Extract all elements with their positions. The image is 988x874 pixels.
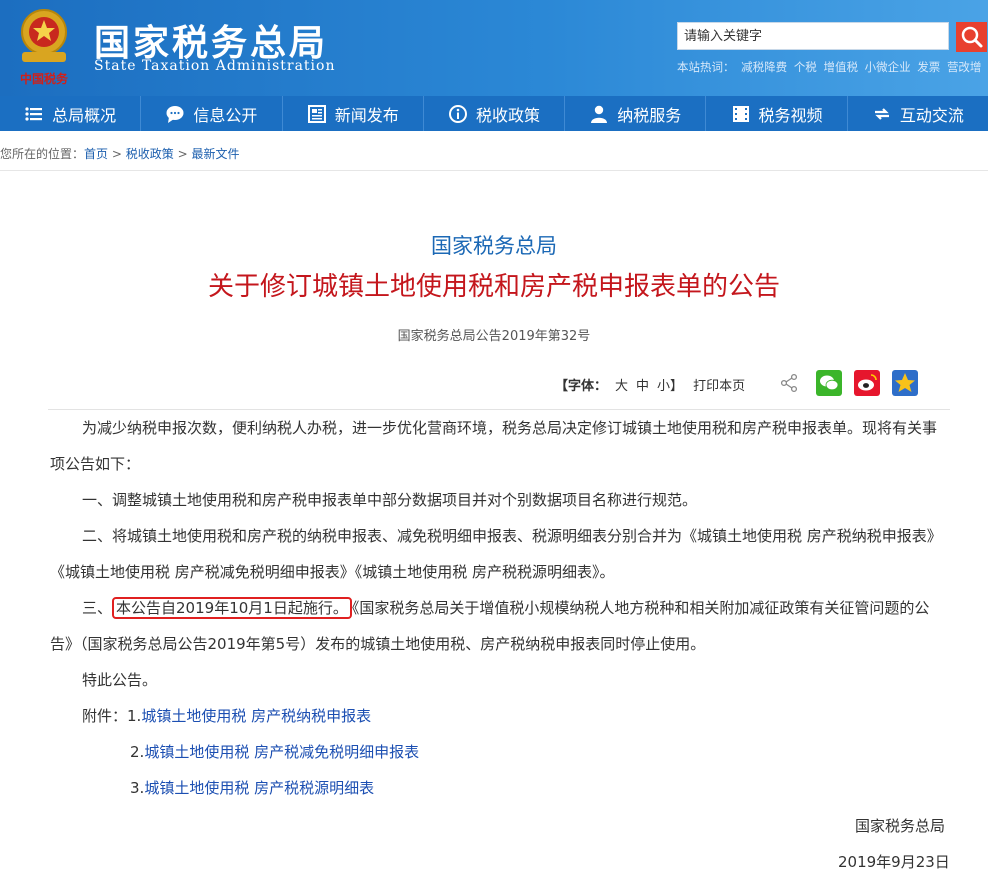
article-title: 关于修订城镇土地使用税和房产税申报表单的公告 xyxy=(207,272,780,302)
attachment-link[interactable]: 城镇土地使用税 房产税减免税明细申报表 xyxy=(144,743,419,761)
share-icon[interactable] xyxy=(776,370,802,396)
main-nav: 总局概况 信息公开 新闻发布 税收政策 纳税服务 税务视频 互动交流 xyxy=(0,96,988,131)
site-header: 中国税务 国家税务总局 State Taxation Administratio… xyxy=(0,0,988,96)
signature: 国家税务总局 xyxy=(855,817,946,835)
attachment-link[interactable]: 城镇土地使用税 房产税纳税申报表 xyxy=(141,707,371,725)
nav-item-service[interactable]: 纳税服务 xyxy=(565,96,707,131)
nav-item-exchange[interactable]: 互动交流 xyxy=(848,96,988,131)
info-icon xyxy=(448,104,467,123)
nav-item-overview[interactable]: 总局概况 xyxy=(0,96,142,131)
breadcrumb-link-policy[interactable]: 税收政策 xyxy=(126,147,174,161)
item3-prefix: 三、 xyxy=(82,599,113,617)
nav-label: 新闻发布 xyxy=(334,105,399,125)
exchange-icon xyxy=(874,107,889,120)
search-box: 请输入关键字 xyxy=(677,22,987,52)
font-size-label: 【字体： xyxy=(555,378,608,394)
font-large-button[interactable]: 大 xyxy=(615,375,628,394)
breadcrumb-separator: > xyxy=(177,147,188,161)
nav-item-video[interactable]: 税务视频 xyxy=(706,96,848,131)
nav-item-info[interactable]: 信息公开 xyxy=(141,96,283,131)
chat-icon xyxy=(166,105,184,123)
video-icon xyxy=(732,105,749,122)
article-org: 国家税务总局 xyxy=(431,234,557,258)
hot-word-link[interactable]: 发票 xyxy=(917,60,940,74)
search-icon xyxy=(961,26,983,48)
hot-word-link[interactable]: 增值税 xyxy=(823,60,858,74)
nav-label: 互动交流 xyxy=(899,105,964,125)
hot-word-link[interactable]: 个税 xyxy=(794,60,817,74)
signature-date: 2019年9月23日 xyxy=(838,853,950,871)
breadcrumb-separator: > xyxy=(111,147,122,161)
search-button[interactable] xyxy=(956,22,987,52)
nav-label: 税收政策 xyxy=(475,105,540,125)
font-medium-button[interactable]: 中 xyxy=(636,375,649,394)
nav-item-news[interactable]: 新闻发布 xyxy=(283,96,424,131)
attachment-row: 3.城镇土地使用税 房产税税源明细表 xyxy=(130,770,730,806)
effective-date-highlight: 本公告自2019年10月1日起施行。 xyxy=(112,597,352,619)
paragraph-item2: 二、将城镇土地使用税和房产税的纳税申报表、减免税明细申报表、税源明细表分别合并为… xyxy=(50,527,942,581)
nav-label: 纳税服务 xyxy=(617,105,682,125)
attachment-row: 2.城镇土地使用税 房产税减免税明细申报表 xyxy=(130,734,730,770)
paragraph-item1: 一、调整城镇土地使用税和房产税申报表单中部分数据项目并对个别数据项目名称进行规范… xyxy=(82,491,698,509)
font-small-button[interactable]: 小】 xyxy=(657,375,683,394)
breadcrumb-link-home[interactable]: 首页 xyxy=(84,147,108,161)
attachments-label: 附件： xyxy=(82,707,128,725)
attachment-link[interactable]: 城镇土地使用税 房产税税源明细表 xyxy=(144,779,374,797)
breadcrumb-link-latest[interactable]: 最新文件 xyxy=(191,147,239,161)
news-icon xyxy=(307,104,326,123)
hot-word-link[interactable]: 小微企业 xyxy=(865,60,911,74)
user-icon xyxy=(591,105,608,123)
attachment-row: 附件：1.城镇土地使用税 房产税纳税申报表 xyxy=(82,698,682,734)
nav-label: 税务视频 xyxy=(758,105,823,125)
paragraph-closing: 特此公告。 xyxy=(82,671,158,689)
hot-words-label: 本站热词： xyxy=(677,60,735,74)
paragraph-intro: 为减少纳税申报次数，便利纳税人办税，进一步优化营商环境，税务总局决定修订城镇土地… xyxy=(50,419,938,473)
site-title-en: State Taxation Administration xyxy=(94,58,336,74)
hot-word-link[interactable]: 营改增 xyxy=(947,60,982,74)
hot-word-link[interactable]: 减税降费 xyxy=(741,60,787,74)
attachment-number: 3. xyxy=(130,779,145,797)
nav-item-policy[interactable]: 税收政策 xyxy=(424,96,566,131)
breadcrumb-prefix: 您所在的位置： xyxy=(0,147,85,161)
attachment-number: 2. xyxy=(130,743,145,761)
favorite-star-icon[interactable] xyxy=(892,370,918,396)
wechat-icon[interactable] xyxy=(816,370,842,396)
weibo-icon[interactable] xyxy=(854,370,880,396)
logo-text: 中国税务 xyxy=(20,71,69,86)
divider xyxy=(0,170,988,171)
breadcrumb: 您所在的位置：首页 > 税收政策 > 最新文件 xyxy=(0,145,240,162)
hot-words: 本站热词： 减税降费 个税 增值税 小微企业 发票 营改增 xyxy=(677,59,984,75)
nav-label: 总局概况 xyxy=(52,105,117,125)
document-number: 国家税务总局公告2019年第32号 xyxy=(397,329,591,344)
nav-label: 信息公开 xyxy=(193,105,258,125)
print-button[interactable]: 打印本页 xyxy=(693,375,745,394)
search-input[interactable]: 请输入关键字 xyxy=(677,22,949,50)
attachment-number: 1. xyxy=(127,707,142,725)
paragraph-item3: 三、 本公告自2019年10月1日起施行。 《国家税务总局关于增值税小规模纳税人地方… xyxy=(50,590,950,662)
tax-emblem-logo[interactable]: 中国税务 xyxy=(12,6,76,90)
menu-icon xyxy=(25,106,43,121)
article-tools: 【字体： 大 中 小】 打印本页 xyxy=(555,370,745,398)
